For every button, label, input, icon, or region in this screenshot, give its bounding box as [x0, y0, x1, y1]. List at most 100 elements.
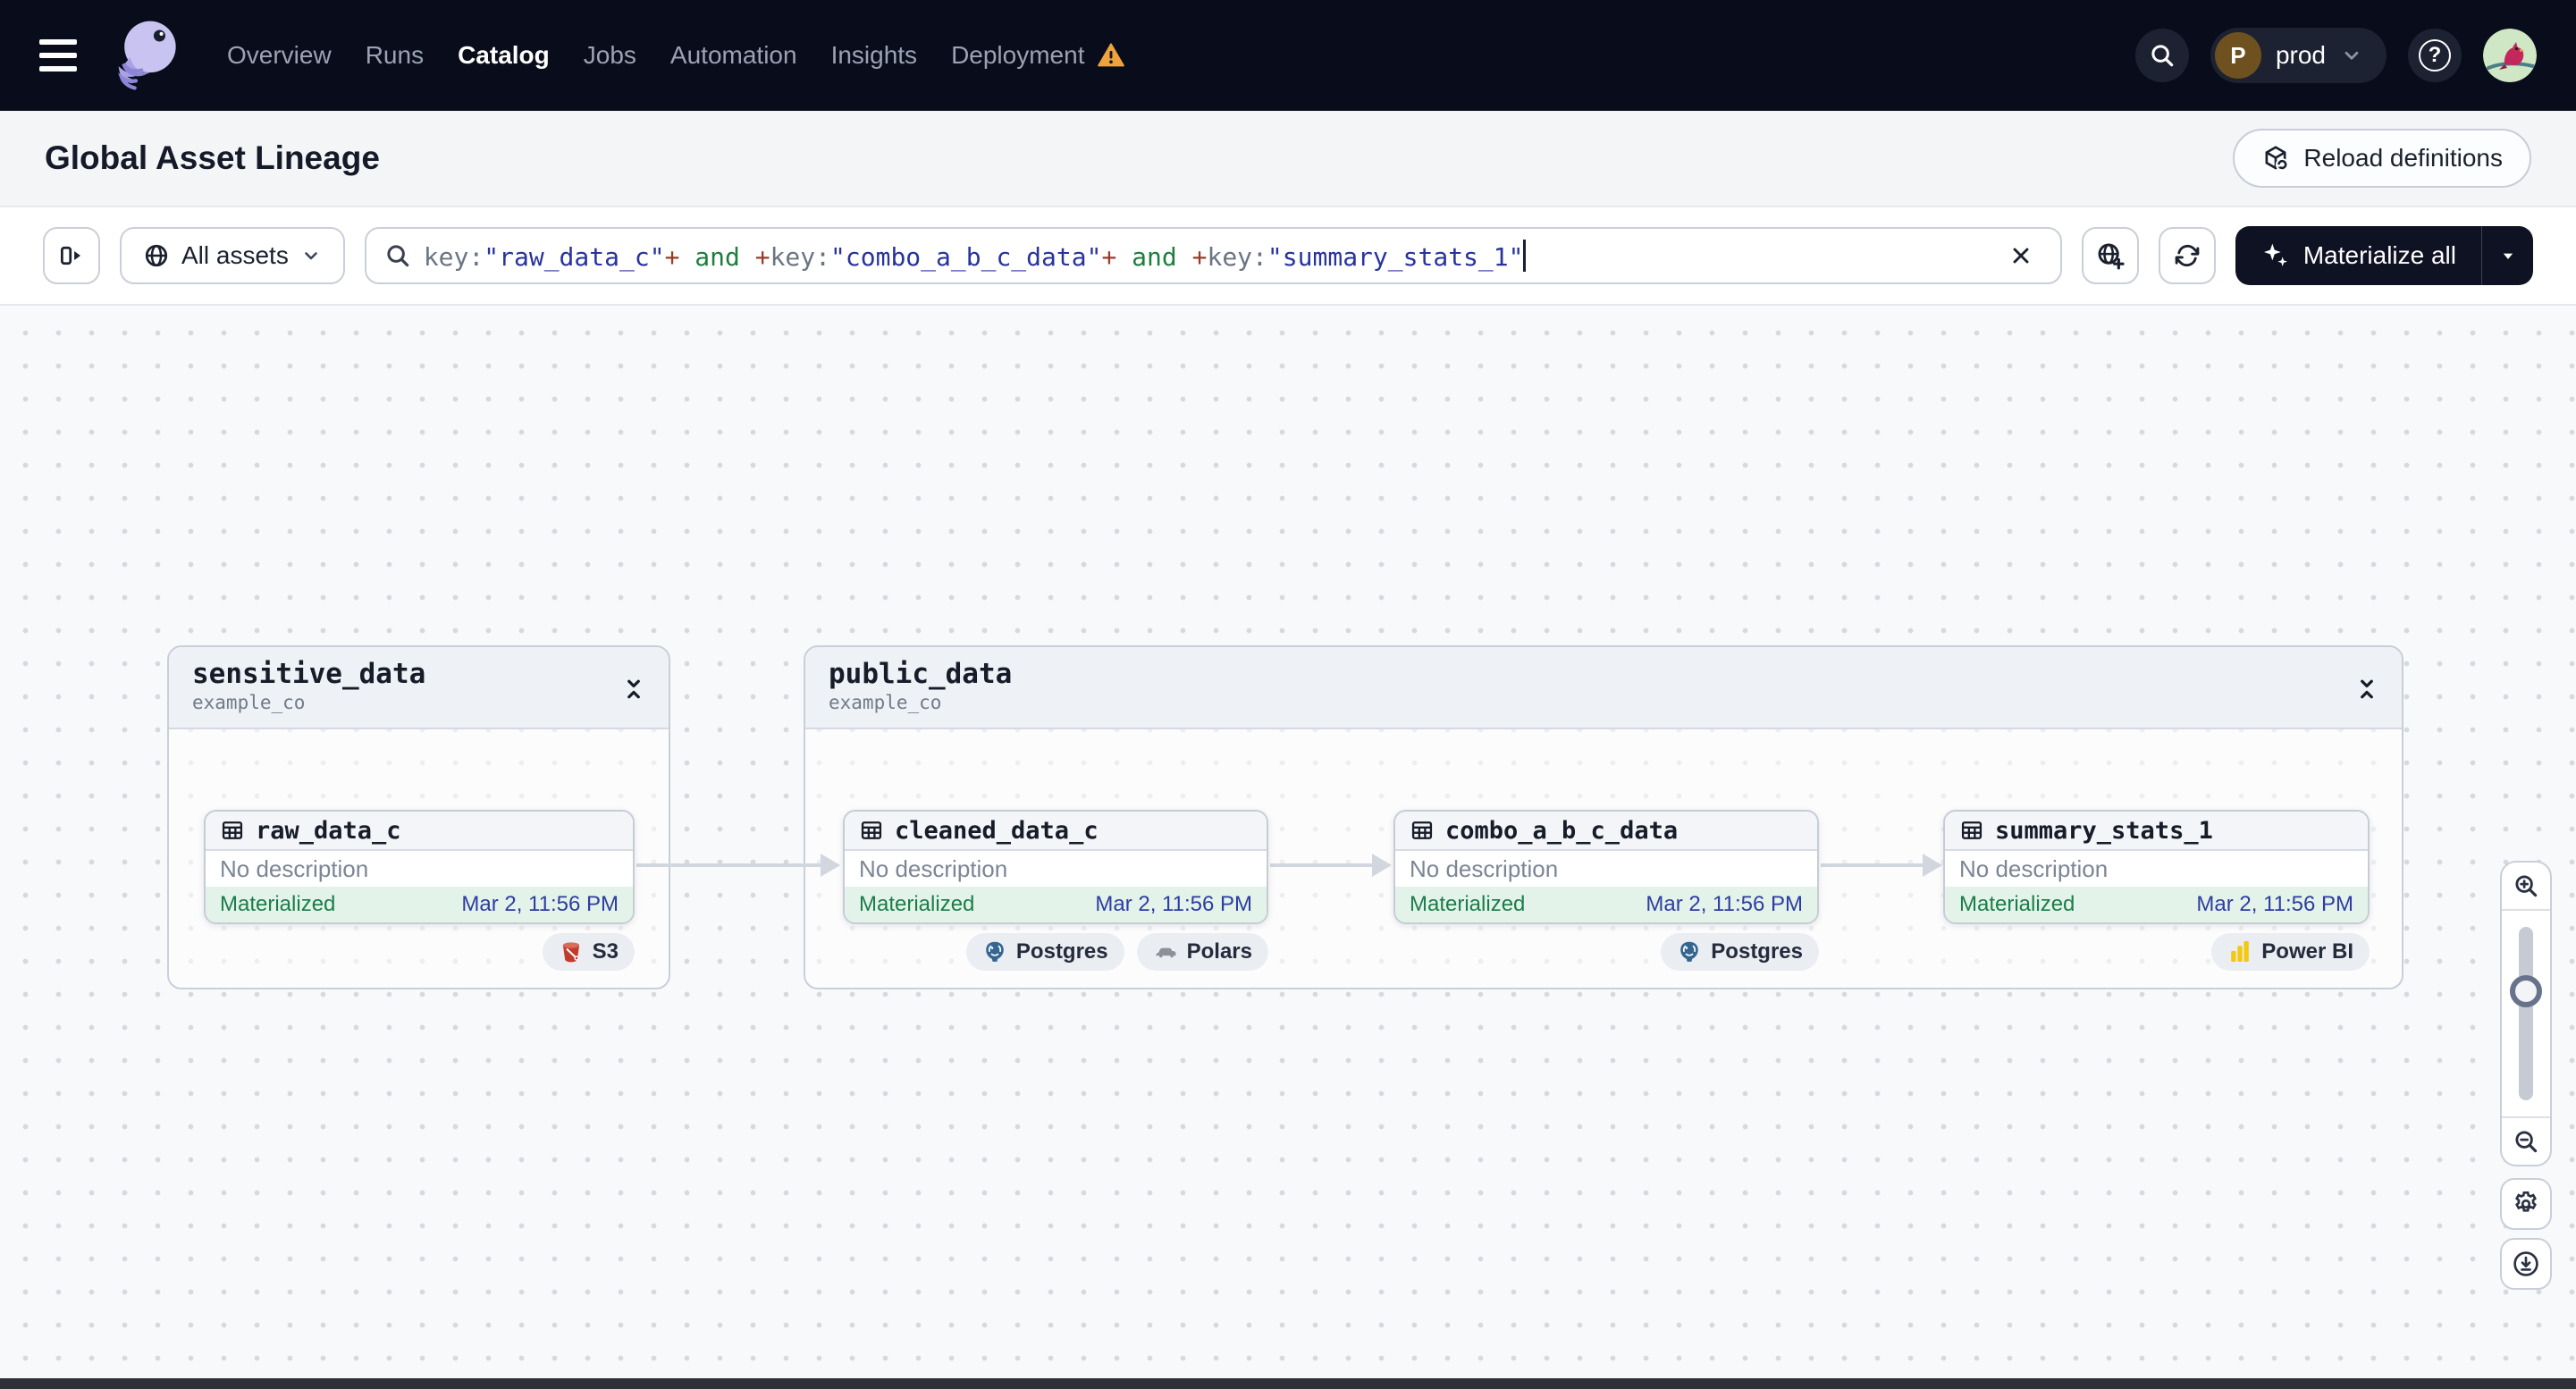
- asset-description: No description: [1945, 851, 2368, 887]
- help-button[interactable]: ?: [2408, 29, 2462, 82]
- tag-power-bi[interactable]: Power BI: [2211, 933, 2370, 971]
- asset-tags: Postgres Polars: [965, 933, 1268, 971]
- dagster-logo-icon[interactable]: [107, 14, 189, 97]
- tag-label: Power BI: [2261, 939, 2353, 964]
- table-icon: [1411, 821, 1433, 839]
- postgres-icon: [985, 940, 1005, 963]
- collapse-icon: [627, 679, 640, 699]
- asset-query-input[interactable]: key:"raw_data_c"+ and +key:"combo_a_b_c_…: [364, 227, 2062, 284]
- search-icon: [2151, 45, 2174, 67]
- asset-tags: Postgres: [1661, 933, 1819, 971]
- search-icon: [387, 245, 409, 267]
- deployment-switcher[interactable]: P prod: [2210, 28, 2387, 83]
- search-button[interactable]: [2134, 29, 2189, 82]
- lineage-toolbar: All assets key:"raw_data_c"+ and +key:"c…: [0, 207, 2576, 306]
- materialize-options-button[interactable]: [2481, 226, 2533, 285]
- s3-icon: [561, 941, 580, 964]
- nav-links: Overview Runs Catalog Jobs Automation In…: [227, 41, 1125, 70]
- nav-link-insights[interactable]: Insights: [831, 41, 918, 70]
- zoom-slider-thumb[interactable]: [2510, 975, 2542, 1007]
- chevron-down-icon: [305, 252, 317, 260]
- asset-node-combo-a-b-c-data[interactable]: combo_a_b_c_data No description Material…: [1393, 810, 1819, 924]
- question-mark-icon: ?: [2419, 39, 2451, 72]
- nav-link-automation[interactable]: Automation: [670, 41, 797, 70]
- asset-scope-label: All assets: [181, 241, 289, 269]
- tag-postgres[interactable]: Postgres: [1661, 933, 1819, 971]
- clear-query-button[interactable]: [1998, 232, 2044, 279]
- zoom-slider-track[interactable]: [2519, 927, 2533, 1100]
- warning-icon: [1098, 43, 1125, 67]
- materialized-status: Materialized: [1959, 892, 2075, 916]
- tag-label: Polars: [1186, 939, 1252, 964]
- nav-link-deployment[interactable]: Deployment: [951, 41, 1084, 70]
- nav-link-catalog[interactable]: Catalog: [458, 41, 550, 70]
- asset-description: No description: [1395, 851, 1817, 887]
- materialize-all-button[interactable]: Materialize all: [2235, 226, 2481, 285]
- lineage-depth-button[interactable]: [2081, 227, 2139, 284]
- reload-definitions-label: Reload definitions: [2303, 144, 2503, 172]
- deployment-name: prod: [2275, 41, 2326, 69]
- tag-postgres[interactable]: Postgres: [965, 933, 1124, 971]
- zoom-in-button[interactable]: [2502, 863, 2550, 911]
- hamburger-menu-icon[interactable]: [39, 32, 86, 79]
- collapse-group-button[interactable]: [619, 674, 649, 704]
- group-header[interactable]: sensitive_data example_co: [169, 647, 669, 729]
- download-graph-button[interactable]: [2500, 1238, 2552, 1290]
- collapse-group-button[interactable]: [2352, 674, 2382, 704]
- nav-link-overview[interactable]: Overview: [227, 41, 332, 70]
- gear-icon: [2515, 1191, 2537, 1212]
- refresh-graph-button[interactable]: [2158, 227, 2216, 284]
- user-avatar[interactable]: [2483, 29, 2537, 82]
- table-icon: [861, 821, 882, 839]
- lineage-edge-arrowhead: [1923, 854, 1942, 877]
- asset-description: No description: [206, 851, 633, 887]
- open-sidebar-button[interactable]: [43, 227, 100, 284]
- page-title: Global Asset Lineage: [45, 139, 380, 176]
- tag-label: S3: [592, 939, 619, 964]
- sparkles-icon: [2263, 243, 2287, 266]
- download-icon: [2513, 1251, 2538, 1276]
- tag-s3[interactable]: S3: [542, 933, 635, 971]
- lineage-canvas[interactable]: sensitive_data example_co public_data ex…: [0, 306, 2576, 1378]
- group-repository: example_co: [192, 692, 306, 713]
- refresh-icon: [2175, 244, 2200, 267]
- zoom-control-panel: [2500, 861, 2552, 1166]
- materialization-timestamp[interactable]: Mar 2, 11:56 PM: [461, 892, 619, 917]
- tag-label: Postgres: [1015, 939, 1108, 964]
- asset-node-cleaned-data-c[interactable]: cleaned_data_c No description Materializ…: [843, 810, 1268, 924]
- globe-icon: [145, 244, 168, 267]
- materialized-status: Materialized: [220, 892, 336, 916]
- materialized-status: Materialized: [1410, 892, 1526, 916]
- asset-name: raw_data_c: [256, 816, 401, 845]
- asset-tags: S3: [542, 933, 635, 971]
- zoom-out-button[interactable]: [2502, 1116, 2550, 1165]
- asset-name: summary_stats_1: [1995, 816, 2213, 845]
- zoom-slider[interactable]: [2502, 911, 2550, 1116]
- caret-down-icon: [2503, 253, 2513, 259]
- lineage-edge-arrowhead: [1372, 854, 1392, 877]
- materialized-status: Materialized: [859, 892, 975, 916]
- group-name: sensitive_data: [192, 658, 426, 690]
- materialization-timestamp[interactable]: Mar 2, 11:56 PM: [1095, 892, 1252, 917]
- tag-polars[interactable]: Polars: [1136, 933, 1268, 971]
- asset-node-summary-stats-1[interactable]: summary_stats_1 No description Materiali…: [1943, 810, 2370, 924]
- reload-definitions-button[interactable]: Reload definitions: [2233, 129, 2531, 188]
- avatar-bird-image: [2483, 29, 2537, 82]
- table-icon: [222, 821, 243, 839]
- collapse-icon: [2361, 679, 2373, 699]
- asset-scope-dropdown[interactable]: All assets: [120, 227, 345, 284]
- nav-link-jobs[interactable]: Jobs: [584, 41, 636, 70]
- bottom-bar: [0, 1378, 2576, 1389]
- materialization-timestamp[interactable]: Mar 2, 11:56 PM: [1646, 892, 1803, 917]
- materialization-timestamp[interactable]: Mar 2, 11:56 PM: [2196, 892, 2353, 917]
- asset-node-raw-data-c[interactable]: raw_data_c No description Materialized M…: [204, 810, 635, 924]
- globe-plus-icon: [2098, 243, 2125, 270]
- top-nav: Overview Runs Catalog Jobs Automation In…: [0, 0, 2576, 111]
- asset-query-text[interactable]: key:"raw_data_c"+ and +key:"combo_a_b_c_…: [424, 240, 1985, 272]
- group-header[interactable]: public_data example_co: [805, 647, 2402, 729]
- asset-name: cleaned_data_c: [895, 816, 1099, 845]
- materialize-all-label: Materialize all: [2302, 241, 2456, 269]
- graph-settings-button[interactable]: [2500, 1178, 2552, 1230]
- lineage-edge: [1821, 863, 1924, 867]
- nav-link-runs[interactable]: Runs: [366, 41, 424, 70]
